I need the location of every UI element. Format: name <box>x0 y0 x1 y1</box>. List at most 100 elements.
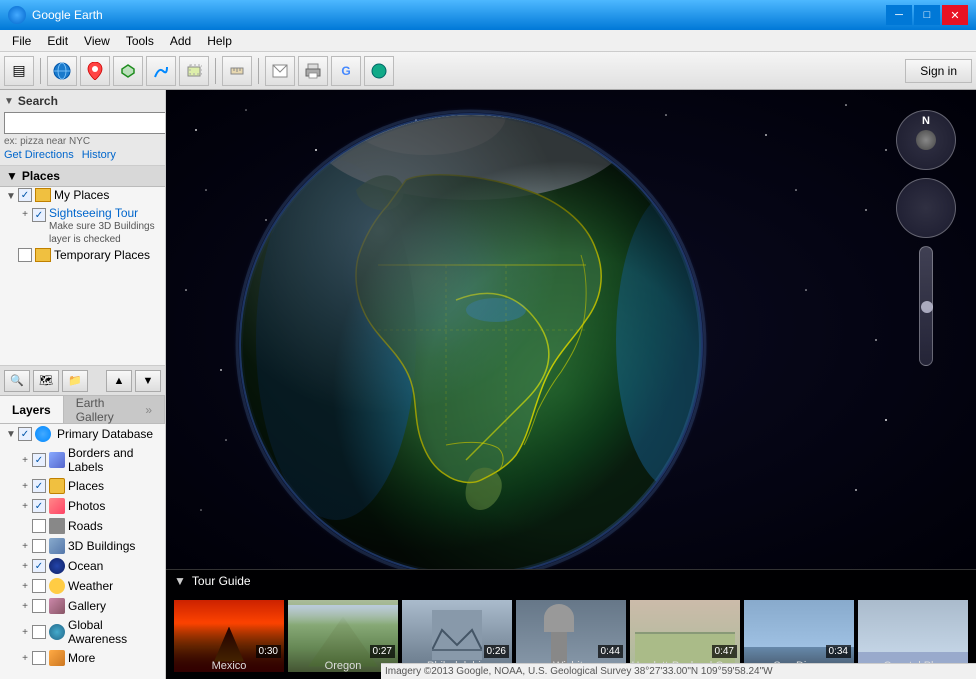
tilt-control[interactable] <box>896 178 956 238</box>
mexico-time: 0:30 <box>256 645 281 658</box>
add-placemark-button[interactable] <box>80 56 110 86</box>
menu-bar: File Edit View Tools Add Help <box>0 30 976 52</box>
view-google-button[interactable]: G <box>331 56 361 86</box>
compass-ring[interactable]: N <box>896 110 956 170</box>
temporary-places-folder-icon <box>35 248 51 262</box>
search-section-label: Search <box>18 94 58 108</box>
compass-n-label: N <box>922 115 930 127</box>
sightseeing-tour-item[interactable]: + Sightseeing Tour Make sure 3D Building… <box>14 205 165 247</box>
tour-thumb-sandiego[interactable]: 0:34 San Diego <box>744 600 854 672</box>
weather-checkbox[interactable] <box>32 579 46 593</box>
gallery-expander[interactable]: + <box>18 598 32 614</box>
wichita-time: 0:44 <box>598 645 623 658</box>
photos-layer-item[interactable]: + Photos <box>0 496 165 516</box>
ocean-layer-item[interactable]: + Ocean <box>0 556 165 576</box>
global-awareness-expander[interactable]: + <box>18 624 32 640</box>
move-down-button[interactable]: ▼ <box>135 370 161 392</box>
sightseeing-expander[interactable]: + <box>18 206 32 222</box>
my-places-expander[interactable]: ▼ <box>4 188 18 204</box>
photos-expander[interactable]: + <box>18 498 32 514</box>
search-places-button[interactable]: 🔍 <box>4 370 30 392</box>
buildings-expander[interactable]: + <box>18 538 32 554</box>
weather-layer-item[interactable]: + Weather <box>0 576 165 596</box>
more-layer-item[interactable]: + More <box>0 648 165 668</box>
menu-edit[interactable]: Edit <box>39 32 76 50</box>
layers-tab[interactable]: Layers <box>0 396 64 423</box>
borders-checkbox[interactable] <box>32 453 46 467</box>
tour-guide-arrow[interactable]: ▼ <box>174 574 186 588</box>
tour-thumb-philadelphia[interactable]: 0:26 Philadelphia <box>402 600 512 672</box>
close-button[interactable]: ✕ <box>942 5 968 25</box>
temporary-places-checkbox[interactable] <box>18 248 32 262</box>
menu-add[interactable]: Add <box>162 32 199 50</box>
earth-gallery-tab[interactable]: Earth Gallery » <box>64 396 165 423</box>
tour-thumb-mexico[interactable]: 0:30 Mexico <box>174 600 284 672</box>
app-icon <box>8 6 26 24</box>
explore-button[interactable] <box>364 56 394 86</box>
global-awareness-layer-item[interactable]: + Global Awareness <box>0 616 165 648</box>
search-section: ▼ Search Search ex: pizza near NYC Get D… <box>0 90 165 166</box>
borders-expander[interactable]: + <box>18 452 32 468</box>
buildings-icon <box>49 538 65 554</box>
weather-expander[interactable]: + <box>18 578 32 594</box>
buildings-layer-item[interactable]: + 3D Buildings <box>0 536 165 556</box>
tour-thumb-hp[interactable]: 0:47 Hewlett-Packard Co... <box>630 600 740 672</box>
global-awareness-checkbox[interactable] <box>32 625 46 639</box>
gallery-layer-item[interactable]: + Gallery <box>0 596 165 616</box>
borders-labels-item[interactable]: + Borders and Labels <box>0 444 165 476</box>
get-directions-link[interactable]: Get Directions <box>4 149 74 161</box>
earth-view-button[interactable] <box>47 56 77 86</box>
primary-db-checkbox[interactable] <box>18 427 32 441</box>
maximize-button[interactable]: □ <box>914 5 940 25</box>
sightseeing-label[interactable]: Sightseeing Tour <box>49 206 155 220</box>
my-places-item[interactable]: ▼ My Places <box>0 187 165 205</box>
toolbar: ▤ G Sign in <box>0 52 976 90</box>
menu-tools[interactable]: Tools <box>118 32 162 50</box>
places-layer-item[interactable]: + Places <box>0 476 165 496</box>
print-button[interactable] <box>298 56 328 86</box>
show-sidebar-button[interactable]: ▤ <box>4 56 34 86</box>
oregon-time: 0:27 <box>370 645 395 658</box>
earth-globe-svg[interactable] <box>226 100 726 569</box>
sightseeing-checkbox[interactable] <box>32 208 46 222</box>
move-up-button[interactable]: ▲ <box>106 370 132 392</box>
toolbar-sep-1 <box>40 58 41 84</box>
email-button[interactable] <box>265 56 295 86</box>
history-link[interactable]: History <box>82 149 116 161</box>
menu-view[interactable]: View <box>76 32 118 50</box>
add-path-button[interactable] <box>146 56 176 86</box>
menu-file[interactable]: File <box>4 32 39 50</box>
zoom-slider[interactable] <box>919 246 933 366</box>
primary-db-expander[interactable]: ▼ <box>4 426 18 442</box>
sign-in-button[interactable]: Sign in <box>905 59 972 83</box>
places-layer-checkbox[interactable] <box>32 479 46 493</box>
temporary-places-item[interactable]: Temporary Places <box>0 247 165 265</box>
add-overlay-button[interactable] <box>179 56 209 86</box>
menu-help[interactable]: Help <box>199 32 240 50</box>
ocean-expander[interactable]: + <box>18 558 32 574</box>
ocean-checkbox[interactable] <box>32 559 46 573</box>
add-polygon-button[interactable] <box>113 56 143 86</box>
my-places-checkbox[interactable] <box>18 188 32 202</box>
places-header: ▼ Places <box>0 166 165 187</box>
ruler-button[interactable] <box>222 56 252 86</box>
roads-checkbox[interactable] <box>32 519 46 533</box>
roads-layer-item[interactable]: Roads <box>0 516 165 536</box>
tour-thumb-oregon[interactable]: 0:27 Oregon <box>288 600 398 672</box>
map-places-button[interactable]: 🗺 <box>33 370 59 392</box>
photos-checkbox[interactable] <box>32 499 46 513</box>
buildings-checkbox[interactable] <box>32 539 46 553</box>
more-expander[interactable]: + <box>18 650 32 666</box>
folder-button[interactable]: 📁 <box>62 370 88 392</box>
gallery-checkbox[interactable] <box>32 599 46 613</box>
my-places-label: My Places <box>54 188 109 202</box>
tour-thumb-wichita[interactable]: 0:44 Wichita <box>516 600 626 672</box>
tour-thumb-coastal[interactable]: Coastal Pl... <box>858 600 968 672</box>
primary-database-item[interactable]: ▼ Primary Database <box>0 424 165 444</box>
places-layer-expander[interactable]: + <box>18 478 32 494</box>
minimize-button[interactable]: ─ <box>886 5 912 25</box>
search-input[interactable] <box>4 112 166 134</box>
more-checkbox[interactable] <box>32 651 46 665</box>
zoom-handle[interactable] <box>921 301 933 313</box>
globe-area[interactable]: N <box>166 90 976 569</box>
